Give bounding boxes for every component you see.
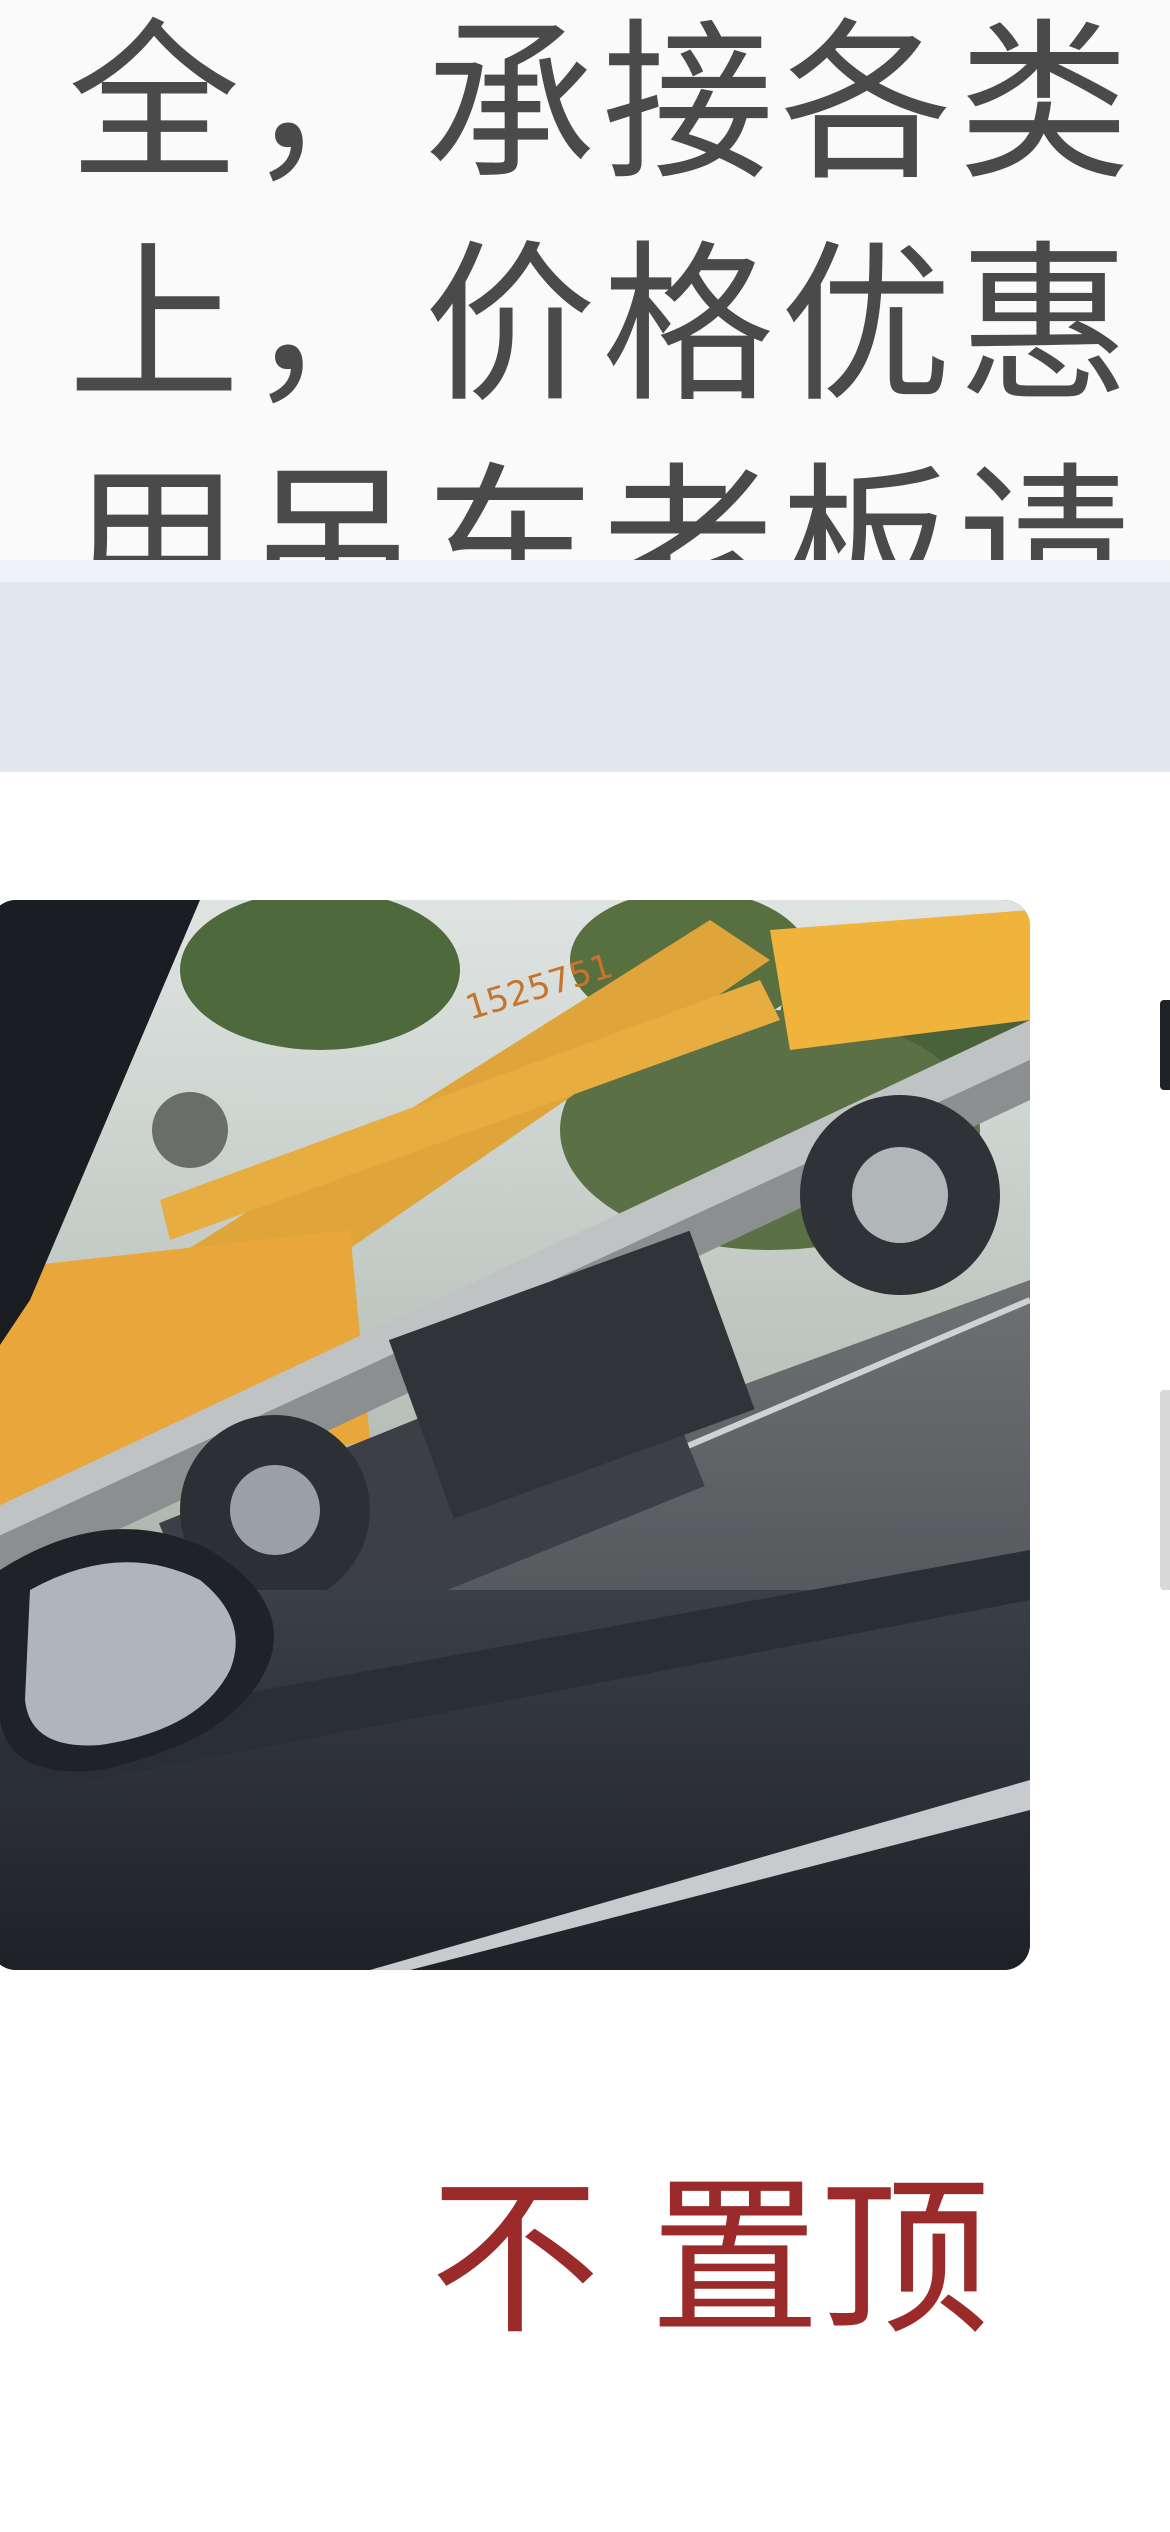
crane-truck-photo[interactable]: 1525751	[0, 900, 1030, 1970]
post-text: 全，承接各类 上，价格优惠 用吊车老板请	[0, 0, 1170, 560]
unpin-arrow-icon: 不	[430, 2161, 601, 2359]
post-text-line-2: 上，价格优惠	[68, 225, 1136, 426]
side-indicator	[1160, 1000, 1170, 1090]
post-detail-page: 全，承接各类 上，价格优惠 用吊车老板请 1525751 不 置顶	[0, 0, 1170, 2532]
divider-shadow	[0, 560, 1170, 582]
post-text-line-1: 全，承接各类	[68, 3, 1136, 204]
unpin-button[interactable]: 不 置顶	[430, 2170, 990, 2350]
post-text-line-3: 用吊车老板请	[68, 447, 1136, 561]
crane-truck-photo-image: 1525751	[0, 900, 1030, 1970]
side-indicator	[1160, 1390, 1170, 1590]
pin-label: 置顶	[650, 2161, 991, 2359]
section-divider	[0, 582, 1170, 772]
